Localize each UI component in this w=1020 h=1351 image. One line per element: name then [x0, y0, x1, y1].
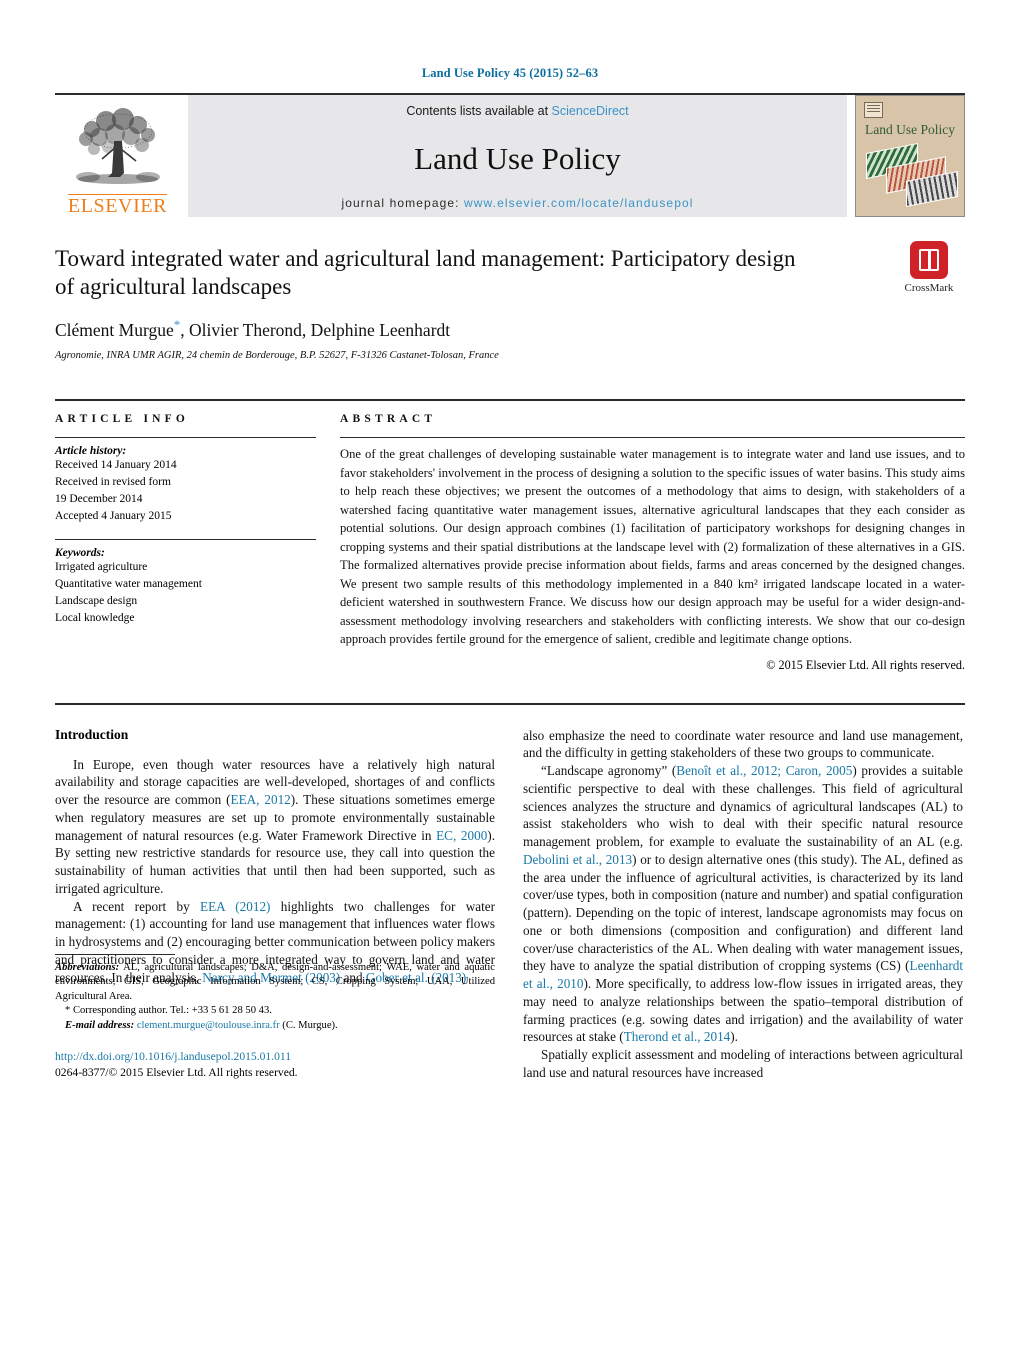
- corresponding-author-footnote: * Corresponding author. Tel.: +33 5 61 2…: [65, 1005, 272, 1017]
- journal-article-page: Land Use Policy 45 (2015) 52–63 ELSEVIER…: [0, 0, 1020, 1351]
- right-paragraphs: also emphasize the need to coordinate wa…: [523, 727, 963, 1082]
- title-block: Toward integrated water and agricultural…: [55, 241, 965, 365]
- left-paragraphs: In Europe, even though water resources h…: [55, 756, 495, 987]
- elsevier-tree-icon: [75, 108, 160, 184]
- crossmark-label: CrossMark: [904, 282, 954, 294]
- contents-list-line: Contents lists available at ScienceDirec…: [406, 104, 628, 118]
- homepage-label: journal homepage:: [341, 196, 465, 210]
- sciencedirect-link[interactable]: ScienceDirect: [552, 104, 629, 118]
- article-body: Introduction In Europe, even though wate…: [55, 702, 965, 1082]
- paragraph-text: also emphasize the need to coordinate wa…: [523, 727, 963, 761]
- keyword-item: Landscape design: [55, 595, 138, 608]
- paragraph-text: ) or to design alternative ones (this st…: [523, 851, 963, 974]
- abstract-heading: ABSTRACT: [340, 413, 437, 425]
- keyword-item: Quantitative water management: [55, 578, 202, 591]
- paragraph-text: Spatially explicit assessment and modeli…: [523, 1047, 963, 1080]
- homepage-url-link[interactable]: www.elsevier.com/locate/landusepol: [464, 196, 694, 210]
- abstract-text: One of the great challenges of developin…: [340, 447, 965, 646]
- running-head: Land Use Policy 45 (2015) 52–63: [421, 66, 599, 80]
- history-line: 19 December 2014: [55, 493, 143, 506]
- paragraph-text: “Landscape agronomy” (: [541, 763, 677, 778]
- footnote-block: Abbreviations: AL, agricultural landscap…: [55, 954, 495, 1081]
- history-line: Received in revised form: [55, 476, 171, 489]
- info-abstract-section: ARTICLE INFO Article history: Received 1…: [55, 399, 965, 673]
- email-link[interactable]: clement.murgue@toulouse.inra.fr: [137, 1020, 280, 1031]
- contents-prefix: Contents lists available at: [406, 104, 552, 118]
- paragraph-text: ).: [730, 1029, 738, 1045]
- citation-link[interactable]: Debolini et al., 2013: [523, 852, 632, 867]
- abstract-copyright: © 2015 Elsevier Ltd. All rights reserved…: [766, 657, 965, 672]
- doi-link[interactable]: http://dx.doi.org/10.1016/j.landusepol.2…: [55, 1049, 495, 1065]
- crossmark-badge[interactable]: CrossMark: [893, 241, 965, 294]
- body-column-right: also emphasize the need to coordinate wa…: [523, 727, 963, 1082]
- email-footnote: E-mail address: clement.murgue@toulouse.…: [55, 1019, 495, 1033]
- body-paragraph: Spatially explicit assessment and modeli…: [523, 1046, 963, 1082]
- crossmark-icon: [910, 241, 948, 279]
- journal-banner: Contents lists available at ScienceDirec…: [188, 95, 847, 217]
- elsevier-logo: ELSEVIER: [55, 95, 180, 217]
- journal-title: Land Use Policy: [414, 140, 621, 176]
- footnote-divider: [55, 954, 175, 956]
- body-paragraph: In Europe, even though water resources h…: [55, 756, 495, 898]
- author-corresponding: Clément Murgue: [55, 319, 174, 340]
- citation-link[interactable]: Benoît et al., 2012; Caron, 2005: [676, 763, 852, 778]
- issn-copyright: 0264-8377/© 2015 Elsevier Ltd. All right…: [55, 1066, 298, 1080]
- keywords-divider: [55, 539, 316, 541]
- section-heading-introduction: Introduction: [55, 726, 129, 742]
- history-line: Accepted 4 January 2015: [55, 510, 172, 523]
- history-line: Received 14 January 2014: [55, 459, 177, 471]
- article-info-divider: [55, 437, 316, 438]
- cover-title: Land Use Policy: [865, 122, 955, 137]
- email-suffix: (C. Murgue).: [279, 1019, 338, 1031]
- journal-homepage-line: journal homepage: www.elsevier.com/locat…: [341, 196, 693, 210]
- cover-publisher-mark-icon: [864, 102, 883, 118]
- abbreviations-text: AL, agricultural landscapes; D&A, design…: [55, 962, 495, 1002]
- keywords-label: Keywords:: [55, 547, 105, 560]
- journal-cover-thumbnail: Land Use Policy: [855, 95, 965, 217]
- affiliation: Agronomie, INRA UMR AGIR, 24 chemin de B…: [55, 349, 499, 361]
- keyword-item: Irrigated agriculture: [55, 561, 148, 574]
- elsevier-wordmark: ELSEVIER: [67, 194, 168, 217]
- body-paragraph: also emphasize the need to coordinate wa…: [523, 727, 963, 763]
- paragraph-text: A recent report by: [73, 898, 201, 914]
- doi-block: http://dx.doi.org/10.1016/j.landusepol.2…: [55, 1049, 495, 1081]
- abstract-divider: [340, 437, 965, 438]
- author-rest: , Olivier Therond, Delphine Leenhardt: [180, 319, 451, 340]
- email-label: E-mail address:: [65, 1019, 135, 1031]
- abstract-column: ABSTRACT One of the great challenges of …: [340, 413, 965, 673]
- article-history-label: Article history:: [55, 445, 127, 457]
- article-info-heading: ARTICLE INFO: [55, 413, 190, 425]
- journal-masthead: ELSEVIER Contents lists available at Sci…: [55, 93, 965, 217]
- paragraph-text: ). More specifically, to address low-flo…: [523, 976, 963, 1045]
- body-paragraph: “Landscape agronomy” (Benoît et al., 201…: [523, 762, 963, 1046]
- keyword-item: Local knowledge: [55, 612, 135, 625]
- paper-title: Toward integrated water and agricultural…: [55, 246, 796, 300]
- citation-link[interactable]: EEA, 2012: [231, 792, 291, 807]
- citation-link[interactable]: EEA (2012): [200, 899, 270, 914]
- citation-link[interactable]: Therond et al., 2014: [624, 1029, 731, 1044]
- abbreviations-footnote: Abbreviations: AL, agricultural landscap…: [55, 961, 495, 1004]
- abbreviations-label: Abbreviations:: [55, 962, 120, 974]
- article-info-column: ARTICLE INFO Article history: Received 1…: [55, 413, 340, 673]
- author-list: Clément Murgue*, Olivier Therond, Delphi…: [55, 317, 965, 341]
- citation-link[interactable]: EC, 2000: [436, 828, 487, 843]
